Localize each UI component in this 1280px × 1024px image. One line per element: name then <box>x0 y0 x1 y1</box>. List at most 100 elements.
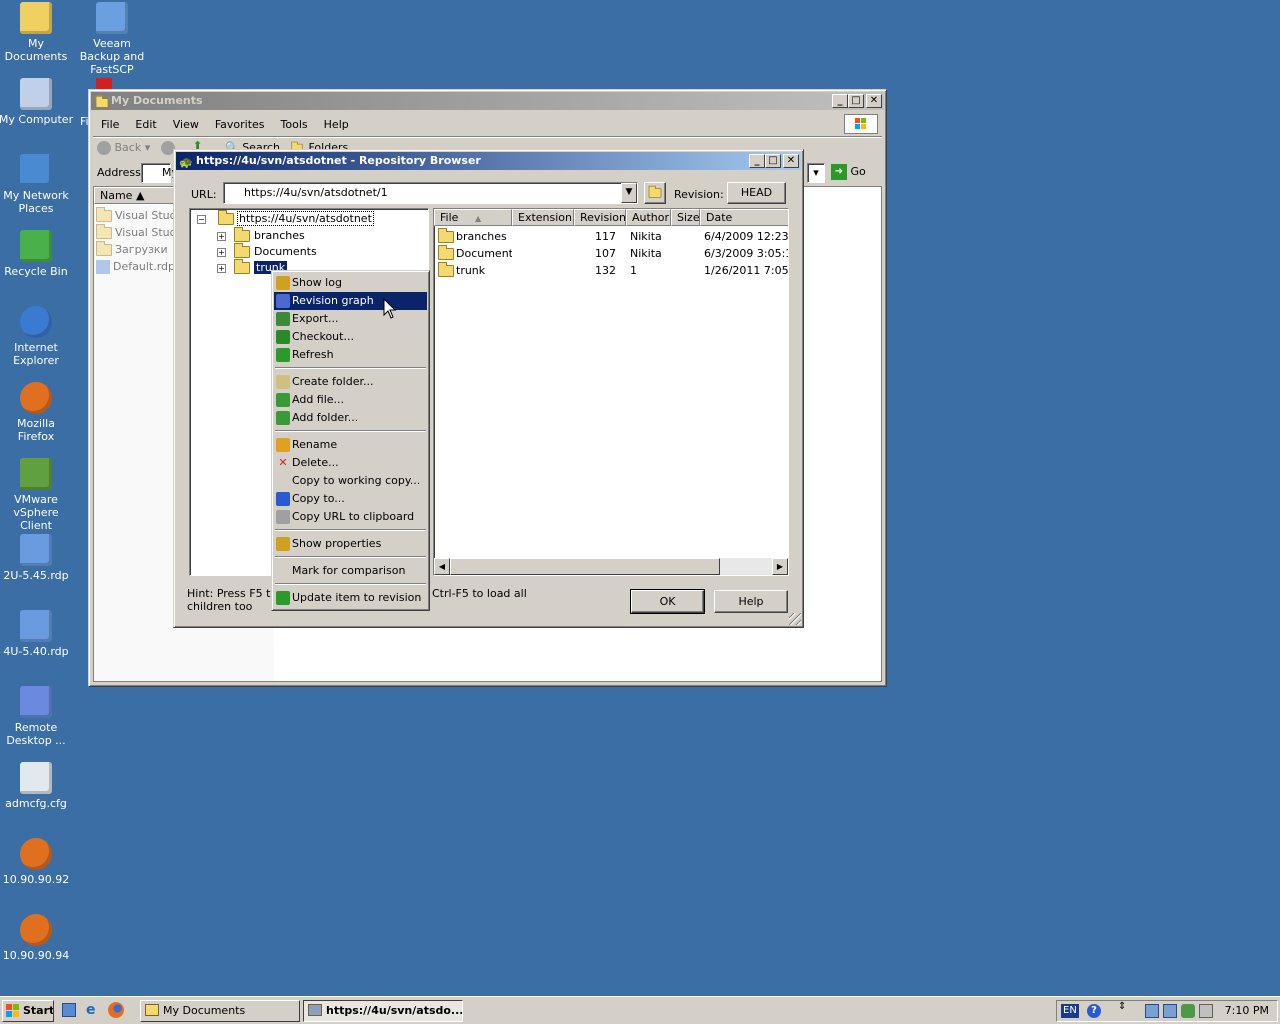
close-button[interactable]: ✕ <box>866 94 882 108</box>
cell-author: Nikita <box>630 230 662 243</box>
address-dropdown-button[interactable]: ▾ <box>807 163 825 183</box>
collapse-icon[interactable]: − <box>197 214 206 224</box>
desktop-icon[interactable]: Remote Desktop ... <box>0 686 74 747</box>
menu-item-update-item-to-revision[interactable]: Update item to revision <box>274 589 427 607</box>
menu-item-copy-to[interactable]: Copy to... <box>274 490 427 508</box>
expand-icon[interactable]: + <box>217 231 226 241</box>
menu-item-create-folder[interactable]: Create folder... <box>274 373 427 391</box>
ok-button[interactable]: OK <box>630 589 705 614</box>
expand-icon[interactable]: + <box>217 247 226 257</box>
menu-item-checkout[interactable]: Checkout... <box>274 328 427 346</box>
revision-button[interactable]: HEAD <box>727 182 786 204</box>
menu-view[interactable]: View <box>165 118 207 131</box>
tray-arrow-icon[interactable]: ⇕ <box>1118 1001 1126 1012</box>
internet-explorer-quicklaunch-icon[interactable]: e <box>86 1002 96 1018</box>
desktop-icon[interactable]: 2U-5.45.rdp <box>0 534 74 582</box>
go-button[interactable]: ➜ Go <box>831 163 875 183</box>
repo-browser-titlebar[interactable]: 🐢 https://4u/svn/atsdotnet - Repository … <box>176 152 801 170</box>
desktop-icon[interactable]: Mozilla Firefox <box>0 382 74 443</box>
menu-edit[interactable]: Edit <box>127 118 164 131</box>
network-tray-icon-2[interactable] <box>1163 1004 1177 1018</box>
desktop-icon[interactable]: admcfg.cfg <box>0 762 74 810</box>
desktop-icon[interactable]: Veeam Backup and FastSCP <box>74 2 150 76</box>
maximize-button[interactable]: □ <box>848 94 864 108</box>
desktop-icon[interactable]: 10.90.90.92 <box>0 838 74 886</box>
scroll-left-button[interactable]: ◀ <box>434 558 450 575</box>
table-row[interactable]: trunk 132 1 1/26/2011 7:05:3 <box>434 262 788 279</box>
desktop-icon[interactable]: Recycle Bin <box>0 230 74 278</box>
url-combobox[interactable]: https://4u/svn/atsdotnet/1 ▼ <box>223 182 638 204</box>
column-header-extension[interactable]: Extension <box>512 209 574 226</box>
tree-node-documents[interactable]: + Documents <box>217 243 317 260</box>
column-header-size[interactable]: Size <box>671 209 700 226</box>
address-input[interactable]: My <box>141 163 178 183</box>
cell-author: 1 <box>630 264 637 277</box>
menu-item-mark-for-comparison[interactable]: Mark for comparison <box>274 562 427 580</box>
browse-folder-button[interactable] <box>644 182 666 204</box>
menu-item-refresh[interactable]: Refresh <box>274 346 427 364</box>
column-header-name[interactable]: Name ▲ <box>94 187 176 204</box>
menu-item-show-log[interactable]: Show log <box>274 274 427 292</box>
help-button[interactable]: Help <box>714 590 788 613</box>
menu-item-delete[interactable]: ✕ Delete... <box>274 454 427 472</box>
table-row[interactable]: branches 117 Nikita 6/4/2009 12:23:3 <box>434 228 788 245</box>
resize-grip[interactable] <box>789 613 801 625</box>
desktop-icon[interactable]: Internet Explorer <box>0 306 74 367</box>
menu-item-revision-graph[interactable]: Revision graph <box>274 292 427 310</box>
menu-file[interactable]: File <box>93 118 127 131</box>
desktop-icon[interactable]: 4U-5.40.rdp <box>0 610 74 658</box>
explorer-titlebar[interactable]: My Documents _ □ ✕ <box>91 92 884 110</box>
menu-item-copy-to-working-copy[interactable]: Copy to working copy... <box>274 472 427 490</box>
scroll-thumb[interactable] <box>450 558 720 575</box>
menu-favorites[interactable]: Favorites <box>207 118 273 131</box>
minimize-button[interactable]: _ <box>832 94 848 108</box>
menu-item-export[interactable]: Export... <box>274 310 427 328</box>
drive-tray-icon[interactable] <box>1199 1004 1213 1018</box>
show-desktop-icon[interactable] <box>62 1003 76 1017</box>
menu-item-add-file[interactable]: Add file... <box>274 391 427 409</box>
clock[interactable]: 7:10 PM <box>1225 1004 1269 1018</box>
my-computer-icon <box>20 78 52 110</box>
folder-icon <box>438 262 454 277</box>
cell-author: Nikita <box>630 247 662 260</box>
menu-item-rename[interactable]: Rename <box>274 436 427 454</box>
expand-icon[interactable]: + <box>217 263 226 273</box>
help-tray-icon[interactable]: ? <box>1087 1004 1101 1018</box>
tortoise-tray-icon[interactable] <box>1181 1004 1195 1018</box>
desktop-icon[interactable]: VMware vSphere Client <box>0 458 74 532</box>
desktop-icon[interactable]: My Computer <box>0 78 74 126</box>
taskbar-button[interactable]: My Documents <box>140 1000 300 1022</box>
column-header-file[interactable]: File ▲ <box>434 209 512 226</box>
column-header-revision[interactable]: Revision <box>574 209 626 226</box>
menu-tools[interactable]: Tools <box>273 118 316 131</box>
desktop-icon[interactable]: My Network Places <box>0 154 74 215</box>
column-header-author[interactable]: Author <box>626 209 671 226</box>
mouse-cursor-icon <box>383 298 397 319</box>
language-indicator[interactable]: EN <box>1061 1004 1079 1018</box>
start-button[interactable]: Start <box>2 1000 54 1022</box>
folder-icon <box>438 245 454 260</box>
minimize-button[interactable]: _ <box>749 154 765 168</box>
table-row[interactable]: Documents 107 Nikita 6/3/2009 3:05:1 <box>434 245 788 262</box>
menu-item-copy-url-to-clipboard[interactable]: Copy URL to clipboard <box>274 508 427 526</box>
network-tray-icon[interactable] <box>1145 1004 1159 1018</box>
column-header-date[interactable]: Date <box>700 209 788 226</box>
firefox-quicklaunch-icon[interactable] <box>108 1002 124 1018</box>
desktop-icon[interactable]: 10.90.90.94 <box>0 914 74 962</box>
taskbar-button[interactable]: https://4u/svn/atsdo... <box>303 1000 463 1022</box>
url-dropdown-button[interactable]: ▼ <box>621 183 637 203</box>
menu-item-show-properties[interactable]: Show properties <box>274 535 427 553</box>
desktop-icon[interactable]: My Documents <box>0 2 74 63</box>
tree-node-branches[interactable]: + branches <box>217 227 317 244</box>
scroll-right-button[interactable]: ▶ <box>772 558 788 575</box>
back-button[interactable]: Back ▾ <box>97 141 150 155</box>
folder-icon <box>234 227 250 242</box>
maximize-button[interactable]: □ <box>765 154 781 168</box>
close-button[interactable]: ✕ <box>783 154 799 168</box>
hint-text-2: Ctrl-F5 to load all <box>432 587 527 600</box>
menu-help[interactable]: Help <box>316 118 357 131</box>
menu-separator <box>275 583 426 585</box>
menu-item-add-folder[interactable]: Add folder... <box>274 409 427 427</box>
tree-node-root[interactable]: − https://4u/svn/atsdotnet <box>197 210 374 226</box>
horizontal-scrollbar[interactable]: ◀ ▶ <box>434 558 788 575</box>
